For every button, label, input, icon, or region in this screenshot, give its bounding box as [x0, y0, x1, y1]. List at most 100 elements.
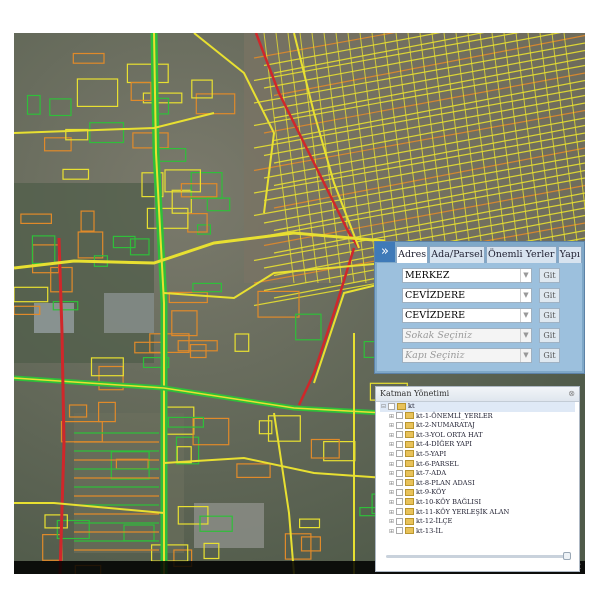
- district-value: MERKEZ: [405, 270, 450, 281]
- checkbox[interactable]: [396, 479, 403, 487]
- layer-item[interactable]: ⊞ kt-6-PARSEL: [380, 460, 575, 470]
- door-go-button[interactable]: Git: [539, 348, 560, 363]
- chevron-down-icon: ▼: [520, 349, 531, 362]
- checkbox[interactable]: [396, 440, 403, 448]
- checkbox[interactable]: [388, 402, 395, 410]
- folder-icon: [405, 431, 414, 439]
- checkbox[interactable]: [396, 421, 403, 429]
- door-row: Kapı Seçiniz ▼ Git: [402, 348, 576, 363]
- expand-icon[interactable]: ⊞: [388, 527, 395, 537]
- collapse-icon[interactable]: ⊟: [380, 402, 387, 412]
- address-form: MERKEZ ▼ Git CEVİZDERE ▼ Git CEVİZDERE ▼ Gi…: [377, 263, 582, 371]
- folder-icon: [405, 479, 414, 487]
- layer-label: kt-10-KÖY BAĞLISI: [416, 497, 482, 506]
- expand-icon[interactable]: ⊞: [388, 508, 395, 518]
- checkbox[interactable]: [396, 460, 403, 468]
- door-select[interactable]: Kapı Seçiniz ▼: [402, 348, 532, 363]
- layer-item[interactable]: ⊞ kt-12-İLÇE: [380, 517, 575, 527]
- layer-item[interactable]: ⊞ kt-1-ÖNEMLİ_YERLER: [380, 412, 575, 422]
- district-go-button[interactable]: Git: [539, 268, 560, 283]
- layer-manager-panel: Katman Yönetimi ⊗ ⊟ kt ⊞ kt-1-ÖNEMLİ_YERLE…: [375, 386, 580, 572]
- layer-label: kt-13-İL: [416, 526, 443, 535]
- tab-onemli-yerler[interactable]: Önemli Yerler: [485, 246, 557, 263]
- chevron-down-icon: ▼: [520, 289, 531, 302]
- checkbox[interactable]: [396, 488, 403, 496]
- expand-icon[interactable]: ⊞: [388, 412, 395, 422]
- layer-item[interactable]: ⊞ kt-13-İL: [380, 527, 575, 537]
- street-placeholder: Sokak Seçiniz: [405, 330, 473, 341]
- expand-icon[interactable]: ⊞: [388, 460, 395, 470]
- layer-item[interactable]: ⊞ kt-8-PLAN ADASI: [380, 479, 575, 489]
- opacity-slider[interactable]: [386, 552, 571, 560]
- layer-root-label: kt: [408, 402, 415, 410]
- collapse-panel-button[interactable]: »: [375, 242, 395, 262]
- folder-icon: [405, 498, 414, 506]
- expand-icon[interactable]: ⊞: [388, 479, 395, 489]
- layer-item[interactable]: ⊞ kt-2-NUMARATAJ: [380, 421, 575, 431]
- layer-label: kt-7-ADA: [416, 469, 447, 478]
- street-go-button[interactable]: Git: [539, 328, 560, 343]
- layer-label: kt-5-YAPI: [416, 449, 447, 458]
- checkbox[interactable]: [396, 450, 403, 458]
- layer-label: kt-6-PARSEL: [416, 459, 459, 468]
- layer-tree: ⊟ kt ⊞ kt-1-ÖNEMLİ_YERLER ⊞ kt-2-NUMARATAJ ⊞ k…: [380, 402, 575, 536]
- expand-icon[interactable]: ⊞: [388, 450, 395, 460]
- layer-item[interactable]: ⊞ kt-10-KÖY BAĞLISI: [380, 498, 575, 508]
- layer-label: kt-11-KÖY YERLEŞİK ALAN: [416, 507, 510, 516]
- double-chevron-right-icon: »: [381, 244, 389, 259]
- neighborhood-select[interactable]: CEVİZDERE ▼: [402, 288, 532, 303]
- checkbox[interactable]: [396, 431, 403, 439]
- street-select[interactable]: Sokak Seçiniz ▼: [402, 328, 532, 343]
- folder-icon: [405, 527, 414, 535]
- chevron-down-icon: ▼: [520, 269, 531, 282]
- folder-icon: [397, 402, 406, 410]
- checkbox[interactable]: [396, 412, 403, 420]
- folder-icon: [405, 412, 414, 420]
- address-search-panel: » Adres Ada/Parsel Önemli Yerler Yapı ME…: [374, 241, 585, 374]
- district-row: MERKEZ ▼ Git: [402, 268, 576, 283]
- expand-icon[interactable]: ⊞: [388, 469, 395, 479]
- tab-adres[interactable]: Adres: [396, 246, 429, 263]
- expand-icon[interactable]: ⊞: [388, 488, 395, 498]
- layer-label: kt-4-DİĞER YAPI: [416, 440, 472, 449]
- expand-icon[interactable]: ⊞: [388, 421, 395, 431]
- checkbox[interactable]: [396, 508, 403, 516]
- folder-icon: [405, 488, 414, 496]
- folder-icon: [405, 508, 414, 516]
- layer-item[interactable]: ⊞ kt-9-KÖY: [380, 488, 575, 498]
- layer-item[interactable]: ⊞ kt-7-ADA: [380, 469, 575, 479]
- tab-ada-parsel[interactable]: Ada/Parsel: [429, 246, 485, 263]
- slider-handle[interactable]: [563, 552, 571, 560]
- neighborhood-value: CEVİZDERE: [405, 290, 466, 301]
- close-icon[interactable]: ⊗: [568, 387, 575, 401]
- layer-root[interactable]: ⊟ kt: [380, 402, 575, 412]
- expand-icon[interactable]: ⊞: [388, 498, 395, 508]
- layer-manager-header: Katman Yönetimi ⊗: [376, 387, 579, 402]
- layer-manager-title: Katman Yönetimi: [380, 389, 450, 398]
- expand-icon[interactable]: ⊞: [388, 517, 395, 527]
- district-select[interactable]: MERKEZ ▼: [402, 268, 532, 283]
- folder-icon: [405, 517, 414, 525]
- expand-icon[interactable]: ⊞: [388, 431, 395, 441]
- folder-icon: [405, 440, 414, 448]
- neighborhood-row: CEVİZDERE ▼ Git: [402, 288, 576, 303]
- tab-yapi[interactable]: Yapı: [557, 246, 583, 263]
- door-placeholder: Kapı Seçiniz: [405, 350, 465, 361]
- checkbox[interactable]: [396, 469, 403, 477]
- checkbox[interactable]: [396, 517, 403, 525]
- chevron-down-icon: ▼: [520, 329, 531, 342]
- layer-label: kt-3-YOL ORTA HAT: [416, 430, 483, 439]
- street-row: Sokak Seçiniz ▼ Git: [402, 328, 576, 343]
- layer-item[interactable]: ⊞ kt-3-YOL ORTA HAT: [380, 431, 575, 441]
- folder-icon: [405, 421, 414, 429]
- layer-item[interactable]: ⊞ kt-11-KÖY YERLEŞİK ALAN: [380, 508, 575, 518]
- layer-item[interactable]: ⊞ kt-4-DİĞER YAPI: [380, 440, 575, 450]
- checkbox[interactable]: [396, 527, 403, 535]
- area-select[interactable]: CEVİZDERE ▼: [402, 308, 532, 323]
- neighborhood-go-button[interactable]: Git: [539, 288, 560, 303]
- folder-icon: [405, 450, 414, 458]
- area-go-button[interactable]: Git: [539, 308, 560, 323]
- layer-item[interactable]: ⊞ kt-5-YAPI: [380, 450, 575, 460]
- checkbox[interactable]: [396, 498, 403, 506]
- expand-icon[interactable]: ⊞: [388, 440, 395, 450]
